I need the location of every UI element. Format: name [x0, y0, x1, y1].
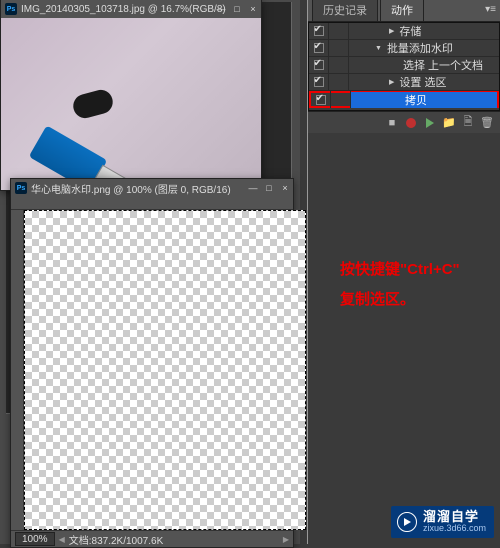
action-set-sel-label: 设置 选区 [349, 74, 499, 90]
annotation-line1: 按快捷键"Ctrl+C" [340, 255, 500, 285]
annotation-text: 按快捷键"Ctrl+C" 复制选区。 [340, 255, 500, 315]
action-select-prev-label: 选择 上一个文档 [349, 57, 499, 73]
new-set-icon[interactable]: 📁 [442, 116, 456, 130]
status-arrow-left[interactable]: ◀ [59, 535, 65, 544]
panel-menu-icon[interactable]: ▾≡ [485, 4, 496, 15]
ruler-horizontal[interactable] [11, 197, 293, 210]
checkbox[interactable] [314, 26, 324, 36]
checkbox[interactable] [314, 43, 324, 53]
checkbox[interactable] [316, 95, 326, 105]
action-save-label: 存储 [349, 23, 499, 39]
checkbox[interactable] [314, 77, 324, 87]
maximize-button[interactable]: □ [232, 4, 242, 14]
action-row-copy[interactable]: 拷贝 [309, 91, 499, 108]
actions-tree: 存储 批量添加水印 选择 上一个文档 设置 选区 拷贝 [308, 22, 500, 111]
record-icon[interactable] [404, 116, 418, 130]
close-button[interactable]: × [280, 183, 290, 193]
trash-icon[interactable]: 🗑 [480, 116, 494, 130]
panel-tabs: 历史记录 动作 ▾≡ [308, 0, 500, 22]
minimize-button[interactable]: — [216, 4, 226, 14]
doc2-statusbar: 100% ◀ 文档:837.2K/1007.6K ▶ [11, 530, 293, 547]
doc2-canvas[interactable] [24, 210, 306, 530]
doc1-titlebar[interactable]: Ps IMG_20140305_103718.jpg @ 16.7%(RGB/8… [1, 0, 261, 18]
action-row-set-selection[interactable]: 设置 选区 [309, 74, 499, 91]
maximize-button[interactable]: □ [264, 183, 274, 193]
new-action-icon[interactable]: 🗎 [461, 116, 475, 130]
status-arrow-right[interactable]: ▶ [283, 535, 289, 544]
doc2-title: 华心电脑水印.png @ 100% (图层 0, RGB/16) [31, 181, 231, 196]
stop-icon[interactable]: ■ [385, 116, 399, 130]
ruler-vertical[interactable] [11, 210, 24, 513]
doc1-title: IMG_20140305_103718.jpg @ 16.7%(RGB/8) [21, 4, 226, 15]
doc2-titlebar[interactable]: Ps 华心电脑水印.png @ 100% (图层 0, RGB/16) — □ … [11, 179, 293, 197]
action-row-batch[interactable]: 批量添加水印 [309, 40, 499, 57]
action-copy-label: 拷贝 [351, 92, 497, 108]
play-icon[interactable] [423, 116, 437, 130]
doc1-canvas[interactable] [1, 18, 261, 190]
usb-cap-graphic [71, 87, 116, 121]
panel-footer: ■ 📁 🗎 🗑 [308, 111, 500, 133]
watermark-title: 溜溜自学 [423, 510, 486, 524]
ps-icon: Ps [15, 182, 27, 194]
action-batch-label: 批量添加水印 [349, 40, 499, 56]
watermark-play-icon [397, 512, 417, 532]
ps-icon: Ps [5, 3, 17, 15]
tab-actions[interactable]: 动作 [380, 0, 424, 21]
document-window-1[interactable]: Ps IMG_20140305_103718.jpg @ 16.7%(RGB/8… [0, 0, 262, 191]
close-button[interactable]: × [248, 4, 258, 14]
minimize-button[interactable]: — [248, 183, 258, 193]
tab-history[interactable]: 历史记录 [312, 0, 378, 21]
checkbox[interactable] [314, 60, 324, 70]
action-row-save[interactable]: 存储 [309, 23, 499, 40]
doc2-status-text: 文档:837.2K/1007.6K [69, 532, 164, 547]
annotation-line2: 复制选区。 [340, 285, 500, 315]
action-row-select-prev[interactable]: 选择 上一个文档 [309, 57, 499, 74]
document-window-2[interactable]: Ps 华心电脑水印.png @ 100% (图层 0, RGB/16) — □ … [10, 178, 294, 548]
watermark: 溜溜自学 zixue.3d66.com [391, 506, 494, 538]
watermark-url: zixue.3d66.com [423, 524, 486, 534]
